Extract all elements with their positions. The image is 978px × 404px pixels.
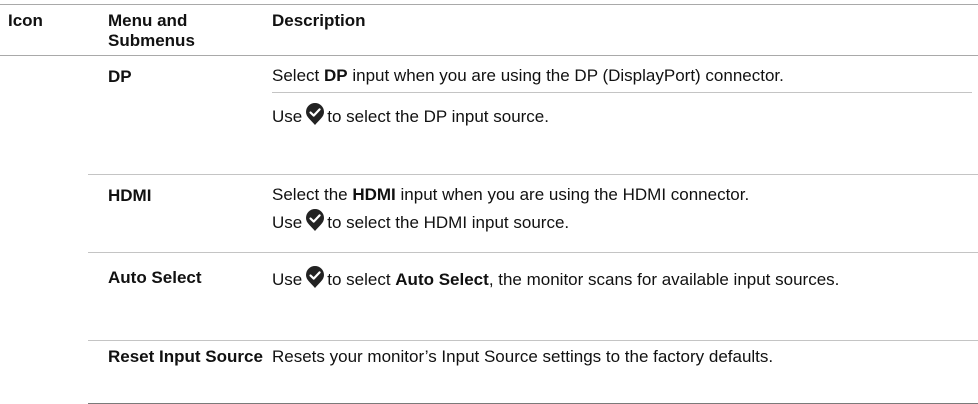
bold-term: HDMI — [352, 185, 396, 204]
icon-cell — [0, 175, 88, 253]
menu-description-table: Icon Menu and Submenus Description DP Se… — [0, 4, 978, 404]
description-auto-select: Use to select Auto Select, the monitor sc… — [266, 252, 978, 341]
text: Select — [272, 66, 324, 85]
text: Resets your monitor’s Input Source setti… — [272, 347, 774, 366]
description-dp: Select DP input when you are using the D… — [266, 55, 978, 175]
table-header-row: Icon Menu and Submenus Description — [0, 4, 978, 56]
checkmark-pin-icon — [305, 266, 325, 289]
description-paragraph: Select DP input when you are using the D… — [272, 56, 972, 92]
description-reset-input-source: Resets your monitor’s Input Source setti… — [266, 340, 978, 404]
icon-cell — [0, 341, 88, 404]
menu-item-hdmi: HDMI — [88, 174, 266, 253]
text: Use — [272, 270, 303, 289]
text: to select — [327, 270, 396, 289]
icon-cell — [0, 56, 88, 175]
description-paragraph: Select the HDMI input when you are using… — [272, 175, 972, 207]
icon-cell — [0, 253, 88, 341]
description-paragraph: Resets your monitor’s Input Source setti… — [272, 341, 972, 372]
text: Select the — [272, 185, 353, 204]
description-hdmi: Select the HDMI input when you are using… — [266, 174, 978, 253]
text: Use — [272, 107, 303, 126]
bold-term: Auto Select — [395, 270, 489, 289]
description-paragraph: Use to select the DP input source. — [272, 92, 972, 133]
checkmark-pin-icon — [305, 103, 325, 126]
table-row-hdmi: HDMI Select the HDMI input when you are … — [0, 174, 978, 253]
header-menu-and-submenus: Menu and Submenus — [88, 4, 266, 56]
menu-item-reset-input-source: Reset Input Source — [88, 340, 266, 404]
text: Use — [272, 213, 303, 232]
text: , the monitor scans for available input … — [488, 270, 840, 289]
checkmark-pin-icon — [305, 209, 325, 232]
text: input when you are using the HDMI connec… — [395, 185, 750, 204]
table-row-dp: DP Select DP input when you are using th… — [0, 55, 978, 175]
menu-item-auto-select: Auto Select — [88, 252, 266, 341]
text: input when you are using the DP (Display… — [347, 66, 784, 85]
bold-term: DP — [323, 66, 348, 85]
description-paragraph: Use to select Auto Select, the monitor sc… — [272, 253, 972, 296]
text: to select the DP input source. — [327, 107, 549, 126]
header-icon: Icon — [0, 4, 88, 56]
table-row-reset-input-source: Reset Input Source Resets your monitor’s… — [0, 340, 978, 404]
table-row-auto-select: Auto Select Use to select Auto Select, th… — [0, 252, 978, 341]
text: to select the HDMI input source. — [327, 213, 570, 232]
header-description: Description — [266, 4, 978, 56]
description-paragraph: Use to select the HDMI input source. — [272, 207, 972, 239]
menu-item-dp: DP — [88, 55, 266, 175]
